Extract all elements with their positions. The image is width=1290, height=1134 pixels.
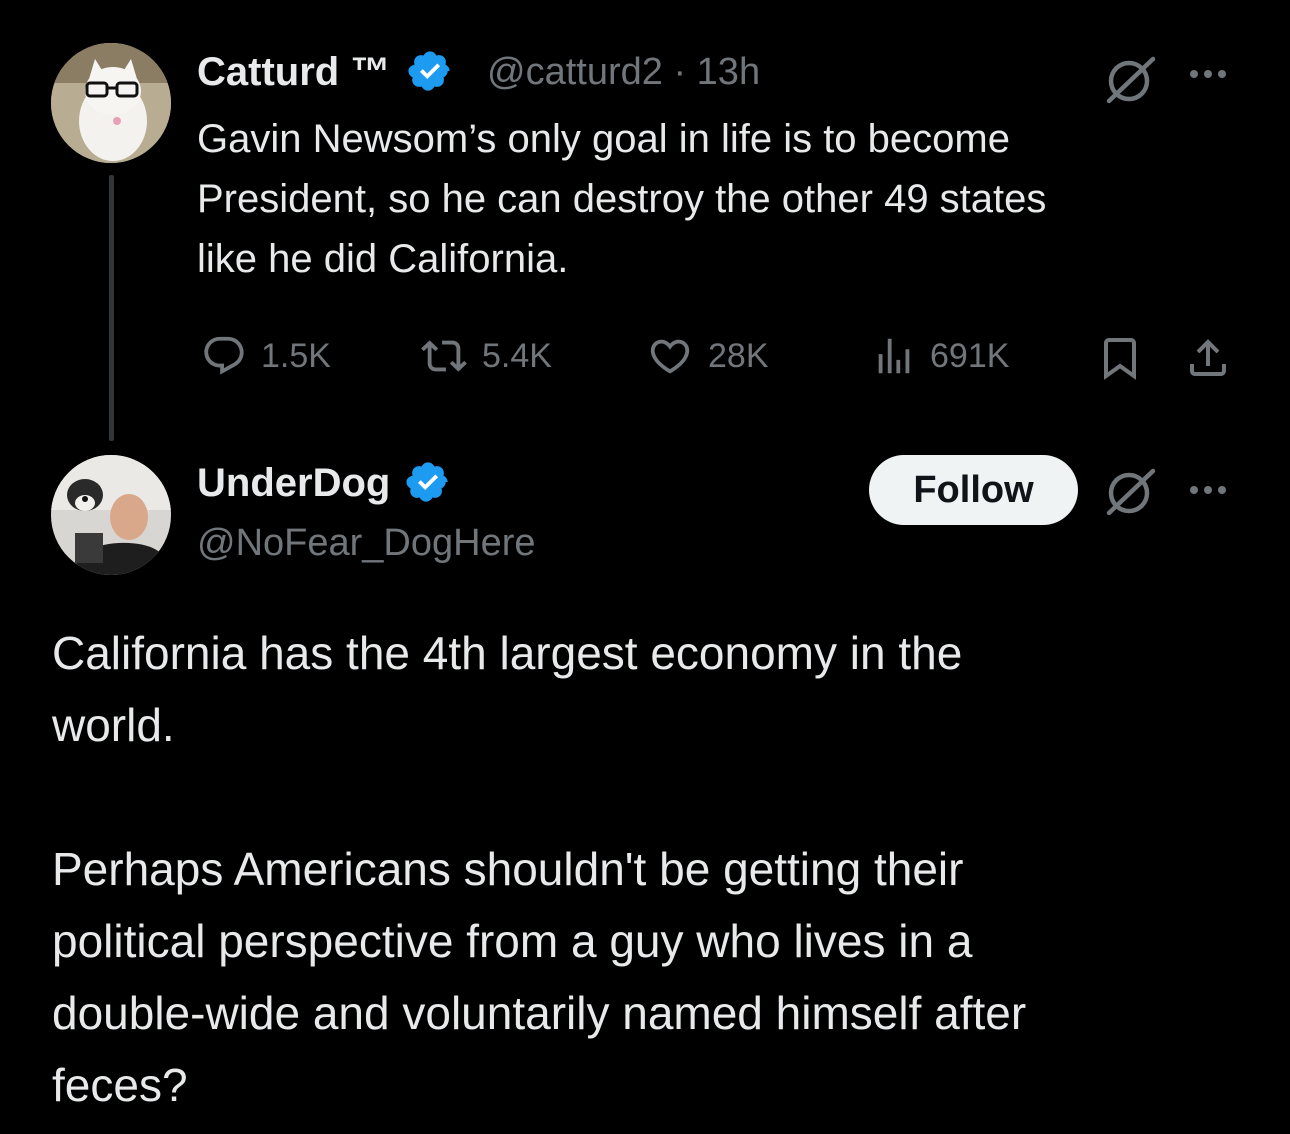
tweet-text-catturd: Gavin Newsom’s only goal in life is to b… xyxy=(197,109,1237,289)
tweet-text-line: Gavin Newsom’s only goal in life is to b… xyxy=(197,117,1010,161)
like-count: 28K xyxy=(708,336,769,375)
tweet-text-line: political perspective from a guy who liv… xyxy=(52,915,973,967)
author-handle[interactable]: @NoFear_DogHere xyxy=(197,522,536,565)
tweet-meta: @catturd2 · 13h xyxy=(487,51,760,94)
reply-icon xyxy=(204,336,244,375)
display-name[interactable]: UnderDog xyxy=(197,461,390,505)
avatar-catturd[interactable] xyxy=(51,43,171,163)
reply-count: 1.5K xyxy=(261,336,331,375)
grok-icon[interactable] xyxy=(1103,55,1159,105)
reply-button[interactable]: 1.5K xyxy=(199,333,331,379)
tweet-text-line: Perhaps Americans shouldn't be getting t… xyxy=(52,843,964,895)
more-icon[interactable] xyxy=(1190,486,1226,494)
cat-avatar-image xyxy=(51,43,171,163)
tweet-text-line: California has the 4th largest economy i… xyxy=(52,627,963,679)
follow-button[interactable]: Follow xyxy=(869,455,1078,525)
meta-separator: · xyxy=(673,51,687,93)
views-icon xyxy=(878,338,910,374)
like-button[interactable]: 28K xyxy=(644,333,769,379)
views-button[interactable]: 691K xyxy=(870,333,1009,379)
share-icon[interactable] xyxy=(1184,334,1232,382)
view-count: 691K xyxy=(930,336,1010,375)
repost-count: 5.4K xyxy=(482,336,552,375)
like-icon xyxy=(650,339,690,374)
tweet-text-line: world. xyxy=(52,699,175,751)
more-icon[interactable] xyxy=(1190,70,1226,78)
repost-icon xyxy=(421,340,467,372)
tweet-text-line: President, so he can destroy the other 4… xyxy=(197,177,1047,221)
author-name-underdog[interactable]: UnderDog xyxy=(197,461,451,506)
verified-badge-icon xyxy=(406,462,449,503)
verified-badge-icon xyxy=(408,51,451,92)
author-name-catturd[interactable]: Catturd ™ xyxy=(197,50,453,95)
thread-connector xyxy=(109,175,114,441)
author-handle[interactable]: @catturd2 xyxy=(487,51,663,93)
tweet-text-line: like he did California. xyxy=(197,237,569,281)
repost-button[interactable]: 5.4K xyxy=(418,333,552,379)
tweet-timestamp[interactable]: 13h xyxy=(697,51,760,93)
avatar-underdog[interactable] xyxy=(51,455,171,575)
tweet-text-line: feces? xyxy=(52,1059,188,1111)
tweet-text-line: double-wide and voluntarily named himsel… xyxy=(52,987,1027,1039)
display-name[interactable]: Catturd ™ xyxy=(197,50,390,94)
bookmark-icon[interactable] xyxy=(1096,334,1144,382)
tweet-text-underdog: California has the 4th largest economy i… xyxy=(52,617,1252,1121)
man-with-dog-avatar-image xyxy=(51,455,171,575)
grok-icon[interactable] xyxy=(1103,467,1159,517)
